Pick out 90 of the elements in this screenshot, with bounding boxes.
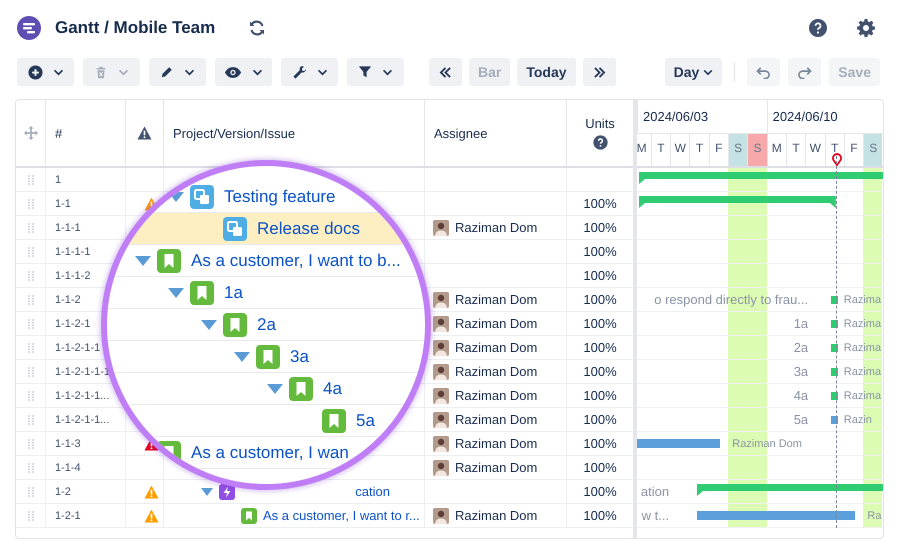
row-number: 1-1-2 xyxy=(55,294,81,306)
row-number: 1-2-1 xyxy=(55,510,81,522)
day-cell: W xyxy=(670,134,690,166)
tree-item[interactable]: Testing feature xyxy=(168,181,336,212)
assignee-name: Raziman Dom xyxy=(455,220,538,235)
issue-link[interactable]: 3a xyxy=(290,346,309,366)
issue-link[interactable]: As a customer, I want to b... xyxy=(191,250,401,270)
units-value: 100% xyxy=(583,292,617,307)
issue-link[interactable]: 4a xyxy=(323,378,342,398)
week-label: 2024/06/03 xyxy=(643,109,708,124)
issue-link[interactable]: Testing feature xyxy=(224,186,336,206)
issue-link[interactable]: Release docs xyxy=(257,218,360,238)
scale-dropdown[interactable]: Day xyxy=(664,58,722,86)
page-title: Gantt / Mobile Team xyxy=(55,18,216,38)
week-label: 2024/06/10 xyxy=(772,109,838,124)
issue-link[interactable]: 5a xyxy=(356,410,375,430)
row-number: 1-1-2-1 xyxy=(55,318,90,330)
day-cell: S xyxy=(728,134,748,166)
units-value: 100% xyxy=(583,436,617,451)
row-number: 1 xyxy=(55,174,62,186)
day-cell: T xyxy=(689,134,709,166)
bar-label: 4a xyxy=(794,387,808,405)
day-cell: T xyxy=(650,134,670,166)
bar-label: Razima xyxy=(844,389,882,404)
row-number: 1-1 xyxy=(55,198,71,210)
row-number: 1-1-1-1 xyxy=(55,246,90,258)
row-number: 1-1-4 xyxy=(55,462,81,474)
units-value: 100% xyxy=(583,268,617,283)
bar-label: Ra xyxy=(867,509,882,524)
column-label: Project/Version/Issue xyxy=(173,126,296,140)
assignee-name: Raziman Dom xyxy=(455,436,538,451)
assignee-name: Raziman Dom xyxy=(455,460,538,475)
row-number: 1-1-2-1-1... xyxy=(55,414,110,426)
issue-link[interactable]: As a customer, I wan xyxy=(191,442,349,462)
units-value: 100% xyxy=(583,412,617,427)
bar-label: w t... xyxy=(642,507,670,525)
row-number: 1-1-2-1-1... xyxy=(55,390,110,402)
tree-item[interactable]: 1a xyxy=(168,277,243,308)
issue-link[interactable]: 1a xyxy=(224,282,243,302)
row-number: 1-1-2-1-1 xyxy=(55,342,100,354)
day-cell: W xyxy=(805,134,824,166)
units-value: 100% xyxy=(583,340,617,355)
units-value: 100% xyxy=(583,388,617,403)
issue-link[interactable]: As a customer, I want to r... xyxy=(263,508,420,523)
assignee-name: Raziman Dom xyxy=(455,388,538,403)
day-cell: T xyxy=(824,134,844,166)
toolbar-button[interactable]: Today xyxy=(517,58,576,86)
tree-item[interactable]: As a customer, I wan xyxy=(135,437,349,468)
bar-label: 3a xyxy=(794,363,808,381)
bar-label: ation xyxy=(640,483,670,501)
row-number: 1-2 xyxy=(55,486,71,498)
units-value: 100% xyxy=(583,364,617,379)
units-value: 100% xyxy=(583,316,617,331)
tree-item[interactable]: 2a xyxy=(201,309,276,340)
row-number: 1-1-1-2 xyxy=(55,270,90,282)
bar-label: 2a xyxy=(794,339,808,357)
assignee-name: Raziman Dom xyxy=(455,292,538,307)
day-cell: M xyxy=(766,134,786,166)
units-value: 100% xyxy=(583,196,617,211)
assignee-name: Raziman Dom xyxy=(455,364,538,379)
assignee-name: Raziman Dom xyxy=(455,508,538,523)
units-value: 100% xyxy=(583,460,617,475)
assignee-name: Raziman Dom xyxy=(455,316,538,331)
column-label: # xyxy=(55,126,62,140)
units-value: 100% xyxy=(583,484,617,499)
bar-label: Razima xyxy=(844,293,882,308)
tree-item[interactable]: 4a xyxy=(267,373,342,404)
assignee-name: Raziman Dom xyxy=(455,340,538,355)
tree-item[interactable]: As a customer, I want to b... xyxy=(135,245,401,276)
day-cell: T xyxy=(786,134,806,166)
day-cell: S xyxy=(863,134,882,166)
tree-item[interactable]: 3a xyxy=(234,341,309,372)
column-label: Units xyxy=(585,116,615,131)
issue-link[interactable]: cation xyxy=(355,484,390,499)
issue-link[interactable]: 2a xyxy=(257,314,276,334)
tree-item[interactable]: 5a xyxy=(300,405,375,436)
units-value: 100% xyxy=(583,244,617,259)
bar-label: 1a xyxy=(794,315,808,333)
units-value: 100% xyxy=(583,508,617,523)
day-cell: S xyxy=(747,134,767,166)
units-value: 100% xyxy=(583,220,617,235)
bar-label: 5a xyxy=(794,411,808,429)
bar-label: Razima xyxy=(844,317,882,332)
assignee-name: Raziman Dom xyxy=(455,412,538,427)
bar-label: Razima xyxy=(844,341,882,356)
bar-label: Razima xyxy=(844,365,882,380)
row-number: 1-1-3 xyxy=(55,438,81,450)
day-cell: M xyxy=(637,134,651,166)
row-number: 1-1-1 xyxy=(55,222,81,234)
column-label: Assignee xyxy=(434,126,488,140)
